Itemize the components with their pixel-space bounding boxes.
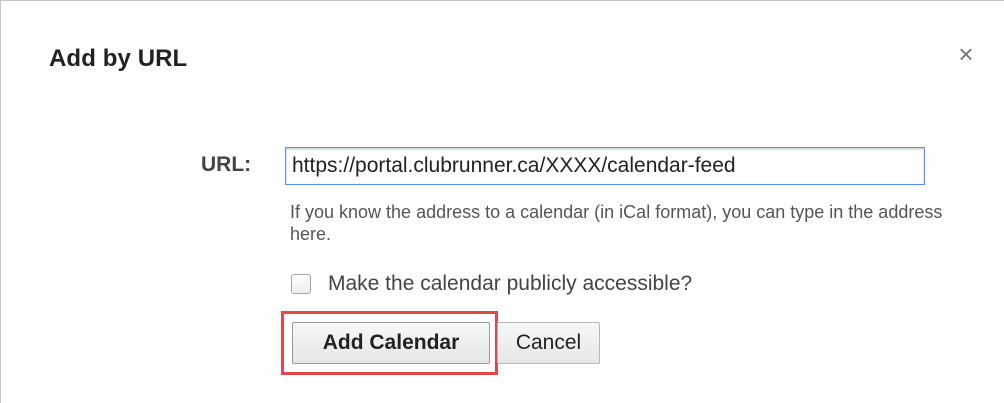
- public-option-row[interactable]: Make the calendar publicly accessible?: [291, 270, 692, 298]
- public-checkbox[interactable]: [291, 274, 311, 294]
- cancel-button[interactable]: Cancel: [497, 322, 600, 364]
- add-by-url-dialog: Add by URL × URL: If you know the addres…: [0, 0, 1004, 403]
- dialog-title: Add by URL: [49, 45, 188, 72]
- help-text: If you know the address to a calendar (i…: [290, 202, 943, 244]
- public-checkbox-label[interactable]: Make the calendar publicly accessible?: [328, 272, 692, 296]
- url-input[interactable]: [285, 147, 925, 185]
- close-icon[interactable]: ×: [953, 41, 979, 67]
- add-calendar-button[interactable]: Add Calendar: [292, 322, 490, 364]
- url-label: URL:: [201, 153, 252, 176]
